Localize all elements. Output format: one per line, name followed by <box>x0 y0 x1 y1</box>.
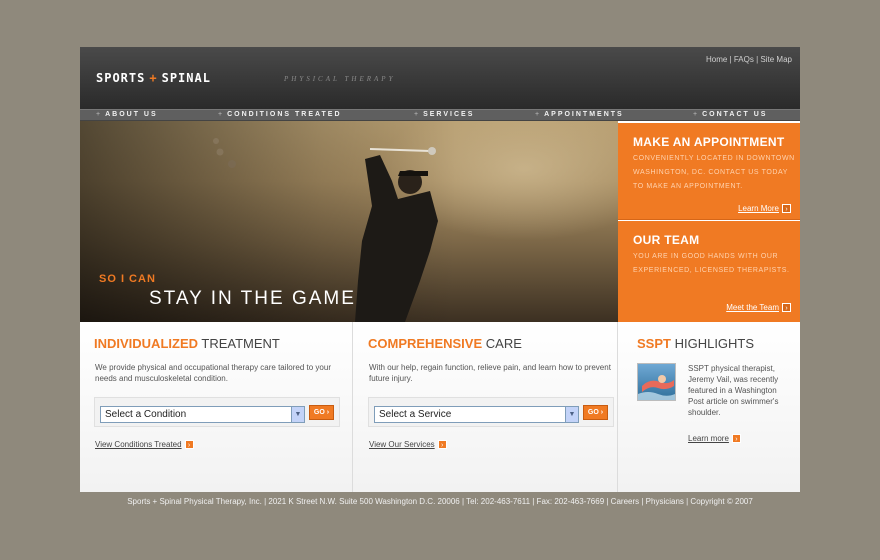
meet-the-team-link[interactable]: Meet the Team › <box>726 303 791 313</box>
view-services-link[interactable]: View Our Services › <box>369 440 447 450</box>
logo-tagline: PHYSICAL THERAPY <box>284 75 396 83</box>
logo-plus: + <box>149 71 158 85</box>
logo-spinal: SPINAL <box>161 71 211 85</box>
logo-sports: SPORTS <box>96 71 146 85</box>
swimmer-thumbnail <box>637 363 676 401</box>
utility-separator: | <box>756 55 759 64</box>
hero-headline: STAY IN THE GAME <box>149 288 356 309</box>
home-link[interactable]: Home <box>706 55 727 64</box>
nav-label: CONDITIONS TREATED <box>227 111 342 118</box>
heading-rest: CARE <box>485 336 522 351</box>
learn-more-link[interactable]: Learn More › <box>738 204 791 214</box>
meet-the-team-label: Meet the Team <box>726 303 779 312</box>
nav-plus-icon: + <box>218 111 225 118</box>
nav-label: CONTACT US <box>702 111 768 118</box>
highlights-column: SSPT HIGHLIGHTS SSPT physical therapist,… <box>619 322 800 492</box>
view-conditions-link[interactable]: View Conditions Treated › <box>95 440 194 450</box>
treatment-column: INDIVIDUALIZED TREATMENT We provide phys… <box>80 322 353 492</box>
site-header: SPORTS + SPINAL PHYSICAL THERAPY Home | FA… <box>80 47 800 109</box>
highlights-learn-more-link[interactable]: Learn more › <box>688 434 741 444</box>
arrow-right-icon: › <box>437 440 447 450</box>
page: SPORTS + SPINAL PHYSICAL THERAPY Home | FA… <box>80 47 800 512</box>
main-nav: + ABOUT US + CONDITIONS TREATED + SERVICES … <box>80 109 800 121</box>
appointment-panel: MAKE AN APPOINTMENT CONVENIENTLY LOCATED… <box>618 123 800 220</box>
service-select-value: Select a Service <box>379 409 452 420</box>
footer-text: Sports + Spinal Physical Therapy, Inc. |… <box>127 497 753 506</box>
team-panel: OUR TEAM YOU ARE IN GOOD HANDS WITH OUR … <box>618 221 800 322</box>
nav-label: ABOUT US <box>105 111 158 118</box>
nav-plus-icon: + <box>535 111 542 118</box>
care-column: COMPREHENSIVE CARE With our help, regain… <box>354 322 618 492</box>
learn-more-label: Learn More <box>738 204 779 213</box>
arrow-right-icon: › <box>782 204 791 214</box>
view-services-label: View Our Services <box>369 440 435 449</box>
nav-about-us[interactable]: + ABOUT US <box>96 111 158 118</box>
utility-separator: | <box>729 55 732 64</box>
heading-highlight: COMPREHENSIVE <box>368 336 483 351</box>
heading-rest: HIGHLIGHTS <box>674 336 755 351</box>
condition-go-button[interactable]: GO › <box>309 405 334 420</box>
arrow-right-icon: › <box>782 303 791 313</box>
heading-rest: TREATMENT <box>201 336 280 351</box>
highlights-learn-more-label: Learn more <box>688 434 729 443</box>
utility-nav: Home | FAQs | Site Map <box>706 55 792 64</box>
arrow-right-icon: › <box>184 440 194 450</box>
nav-plus-icon: + <box>96 111 103 118</box>
team-title: OUR TEAM <box>633 233 700 247</box>
nav-conditions-treated[interactable]: + CONDITIONS TREATED <box>218 111 342 118</box>
site-footer: Sports + Spinal Physical Therapy, Inc. |… <box>80 492 800 512</box>
view-conditions-label: View Conditions Treated <box>95 440 182 449</box>
condition-select-value: Select a Condition <box>105 409 187 420</box>
arrow-right-icon: › <box>731 434 741 444</box>
team-text: YOU ARE IN GOOD HANDS WITH OUR EXPERIENC… <box>633 253 790 274</box>
care-heading: COMPREHENSIVE CARE <box>368 336 522 351</box>
nav-services[interactable]: + SERVICES <box>414 111 474 118</box>
nav-contact-us[interactable]: + CONTACT US <box>693 111 767 118</box>
care-text: With our help, regain function, relieve … <box>369 363 611 383</box>
service-go-button[interactable]: GO › <box>583 405 608 420</box>
feature-row: INDIVIDUALIZED TREATMENT We provide phys… <box>80 322 800 492</box>
treatment-text: We provide physical and occupational the… <box>95 363 331 383</box>
hero-banner: SO I CAN STAY IN THE GAME <box>80 121 618 322</box>
site-map-link[interactable]: Site Map <box>760 55 792 64</box>
treatment-heading: INDIVIDUALIZED TREATMENT <box>94 336 280 351</box>
nav-label: APPOINTMENTS <box>544 111 624 118</box>
heading-highlight: SSPT <box>637 336 671 351</box>
nav-plus-icon: + <box>693 111 700 118</box>
highlights-heading: SSPT HIGHLIGHTS <box>637 336 754 351</box>
service-select-box: Select a Service ▼ GO › <box>368 397 614 427</box>
nav-plus-icon: + <box>414 111 421 118</box>
go-label: GO <box>313 409 325 416</box>
chevron-down-icon[interactable]: ▼ <box>291 407 304 422</box>
site-logo[interactable]: SPORTS + SPINAL <box>96 71 211 85</box>
nav-appointments[interactable]: + APPOINTMENTS <box>535 111 624 118</box>
swimmer-icon <box>638 375 675 400</box>
appointment-title: MAKE AN APPOINTMENT <box>633 135 785 149</box>
appointment-text: CONVENIENTLY LOCATED IN DOWNTOWN WASHING… <box>633 155 795 190</box>
hero-tagline-small: SO I CAN <box>99 273 156 285</box>
go-label: GO <box>587 409 599 416</box>
faqs-link[interactable]: FAQs <box>734 55 754 64</box>
chevron-down-icon[interactable]: ▼ <box>565 407 578 422</box>
condition-select-box: Select a Condition ▼ GO › <box>94 397 340 427</box>
nav-label: SERVICES <box>423 111 475 118</box>
highlights-text: SSPT physical therapist, Jeremy Vail, wa… <box>688 364 779 417</box>
condition-select[interactable]: Select a Condition ▼ <box>100 406 305 423</box>
heading-highlight: INDIVIDUALIZED <box>94 336 198 351</box>
service-select[interactable]: Select a Service ▼ <box>374 406 579 423</box>
